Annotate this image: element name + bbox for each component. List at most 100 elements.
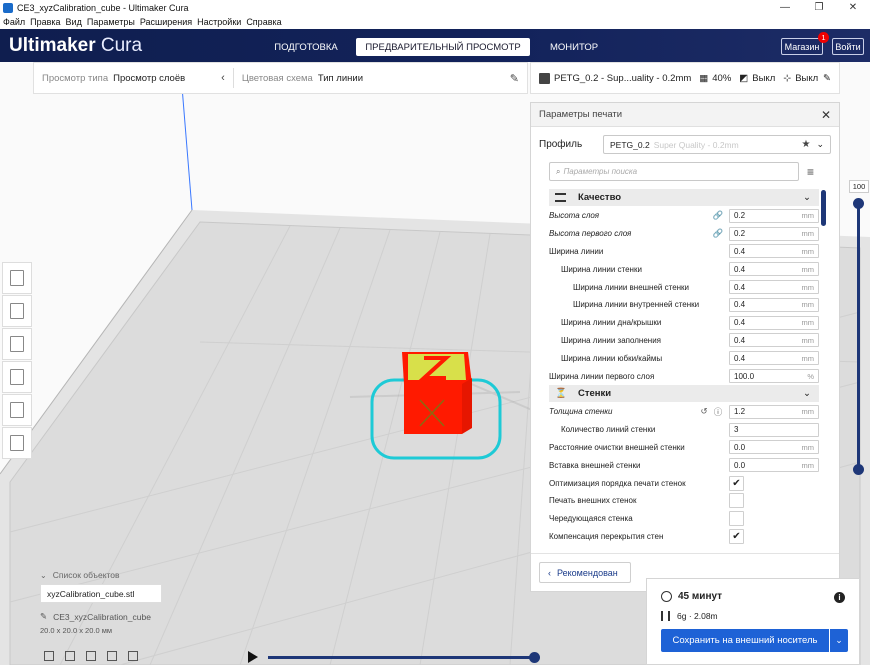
support-blocker-tool[interactable] (2, 427, 32, 459)
menu-help[interactable]: Справка (246, 17, 281, 27)
recommended-button[interactable]: ‹ Рекомендован (539, 562, 631, 583)
tab-preview[interactable]: ПРЕДВАРИТЕЛЬНЫЙ ПРОСМОТР (356, 38, 530, 56)
setting-field[interactable]: 0.0 mm (729, 440, 819, 455)
per-model-settings-tool[interactable] (2, 394, 32, 426)
restore-button[interactable]: ❐ (802, 0, 836, 15)
chevron-down-icon[interactable]: ⌄ (830, 629, 848, 652)
setting-row: Чередующаяся стенка (549, 510, 819, 528)
infill-icon: ▦ (699, 72, 709, 84)
play-icon[interactable] (248, 651, 258, 663)
setting-checkbox[interactable]: ✔ (729, 528, 744, 544)
tab-prepare[interactable]: ПОДГОТОВКА (258, 38, 354, 56)
pencil-icon[interactable]: ✎ (40, 611, 47, 622)
category-quality-label: Качество (578, 192, 622, 203)
link-icon[interactable]: 🔗 (711, 228, 725, 239)
pencil-icon[interactable]: ✎ (823, 73, 831, 84)
layer-slider-bottom-handle[interactable] (853, 464, 864, 475)
setting-field[interactable]: 3 (729, 422, 819, 437)
setting-field[interactable]: 0.4 mm (729, 280, 819, 295)
view-type-label: Просмотр типа (42, 72, 109, 84)
view-type-select[interactable]: Просмотр слоёв (113, 73, 185, 84)
pencil-icon[interactable]: ✎ (510, 72, 519, 85)
setting-label: Высота слоя (549, 211, 599, 221)
cube-side (462, 378, 472, 434)
setting-field[interactable]: 0.4 mm (729, 262, 819, 277)
print-profile-summary[interactable]: PETG_0.2 - Sup...uality - 0.2mm (554, 73, 691, 84)
object-name-row: ✎ CE3_xyzCalibration_cube (40, 611, 151, 622)
object-list-header[interactable]: ⌄ Список объектов (40, 570, 180, 580)
setting-checkbox[interactable] (729, 493, 744, 509)
info-icon[interactable]: i (834, 592, 845, 603)
minimize-button[interactable]: — (768, 0, 802, 15)
setting-checkbox[interactable] (729, 511, 744, 527)
print-setup-bar[interactable]: PETG_0.2 - Sup...uality - 0.2mm ▦ 40% ◩ … (530, 62, 840, 94)
menu-file[interactable]: Файл (3, 17, 25, 27)
setting-label: Компенсация перекрытия стен (549, 531, 664, 541)
setting-field[interactable]: 0.4 mm (729, 244, 819, 259)
setting-field[interactable]: 0.2 mm (729, 226, 819, 241)
material-usage: 6g · 2.08m (661, 611, 718, 621)
3d-view-icon[interactable] (44, 651, 54, 661)
path-slider-track[interactable] (268, 656, 534, 659)
recommended-label: Рекомендован (557, 567, 618, 578)
search-icon: ⌕ (556, 166, 561, 176)
reset-icon[interactable]: ↺ (697, 406, 711, 417)
marketplace-button[interactable]: Магазин (781, 38, 823, 55)
close-button[interactable]: ✕ (836, 0, 870, 15)
tab-monitor[interactable]: МОНИТОР (532, 38, 616, 56)
hamburger-menu-icon[interactable]: ≡ (807, 165, 814, 179)
top-view-icon[interactable] (86, 651, 96, 661)
menu-view[interactable]: Вид (66, 17, 82, 27)
close-icon[interactable]: ✕ (821, 108, 831, 122)
setting-field[interactable]: 0.4 mm (729, 315, 819, 330)
quality-icon (555, 193, 566, 202)
setting-field[interactable]: 0.4 mm (729, 351, 819, 366)
category-walls[interactable]: ⏳ Стенки ⌄ (549, 384, 819, 402)
right-view-icon[interactable] (128, 651, 138, 661)
menu-preferences[interactable]: Настройки (197, 17, 241, 27)
setting-label: Ширина линии юбки/каймы (561, 353, 663, 363)
info-icon[interactable]: ⓘ (711, 406, 725, 418)
color-scheme-select[interactable]: Тип линии (318, 73, 363, 84)
category-quality[interactable]: Качество ⌄ (549, 189, 819, 206)
clock-icon (661, 591, 672, 602)
object-file-item[interactable]: xyzCalibration_cube.stl (40, 584, 162, 603)
setting-row: Количество линий стенки 3 (549, 421, 819, 439)
move-tool[interactable] (2, 262, 32, 294)
settings-search-input[interactable]: ⌕ Параметры поиска (549, 162, 799, 181)
rotate-tool[interactable] (2, 328, 32, 360)
layer-slider-top-handle[interactable] (853, 198, 864, 209)
object-dimensions: 20.0 x 20.0 x 20.0 мм (40, 626, 113, 635)
setting-label: Толщина стенки (549, 407, 613, 417)
setting-field[interactable]: 0.2 mm (729, 208, 819, 223)
adhesion-value: Выкл (795, 72, 819, 84)
settings-scrollbar[interactable] (821, 190, 826, 226)
signin-button[interactable]: Войти (832, 38, 864, 55)
setting-field[interactable]: 100.0% (729, 369, 819, 384)
save-to-removable-button[interactable]: Сохранить на внешний носитель (661, 629, 829, 652)
scale-tool[interactable] (2, 295, 32, 327)
menu-edit[interactable]: Правка (30, 17, 60, 27)
profile-name: PETG_0.2 (610, 139, 650, 150)
setting-row: Ширина линии дна/крышки 0.4 mm (549, 314, 819, 332)
setting-field[interactable]: 0.4 mm (729, 297, 819, 312)
star-icon[interactable]: ★ (801, 139, 810, 150)
setting-field[interactable]: 1.2 mm (729, 404, 819, 419)
cura-app-icon (3, 2, 13, 13)
setting-checkbox[interactable]: ✔ (729, 475, 744, 491)
search-placeholder: Параметры поиска (563, 167, 638, 176)
profile-select[interactable]: PETG_0.2 Super Quality - 0.2mm ★ ⌄ (603, 135, 831, 154)
menu-settings[interactable]: Параметры (87, 17, 135, 27)
chevron-left-icon[interactable]: ‹ (221, 72, 225, 84)
menu-extensions[interactable]: Расширения (140, 17, 192, 27)
link-icon[interactable]: 🔗 (711, 210, 725, 221)
setting-field[interactable]: 0.4 mm (729, 333, 819, 348)
setting-row: Компенсация перекрытия стен ✔ (549, 528, 819, 546)
layer-slider-track[interactable] (857, 202, 860, 470)
mirror-tool[interactable] (2, 361, 32, 393)
setting-field[interactable]: 0.0 mm (729, 458, 819, 473)
path-slider-handle[interactable] (529, 652, 540, 663)
layer-number-input[interactable]: 100 (849, 180, 869, 193)
left-view-icon[interactable] (107, 651, 117, 661)
front-view-icon[interactable] (65, 651, 75, 661)
